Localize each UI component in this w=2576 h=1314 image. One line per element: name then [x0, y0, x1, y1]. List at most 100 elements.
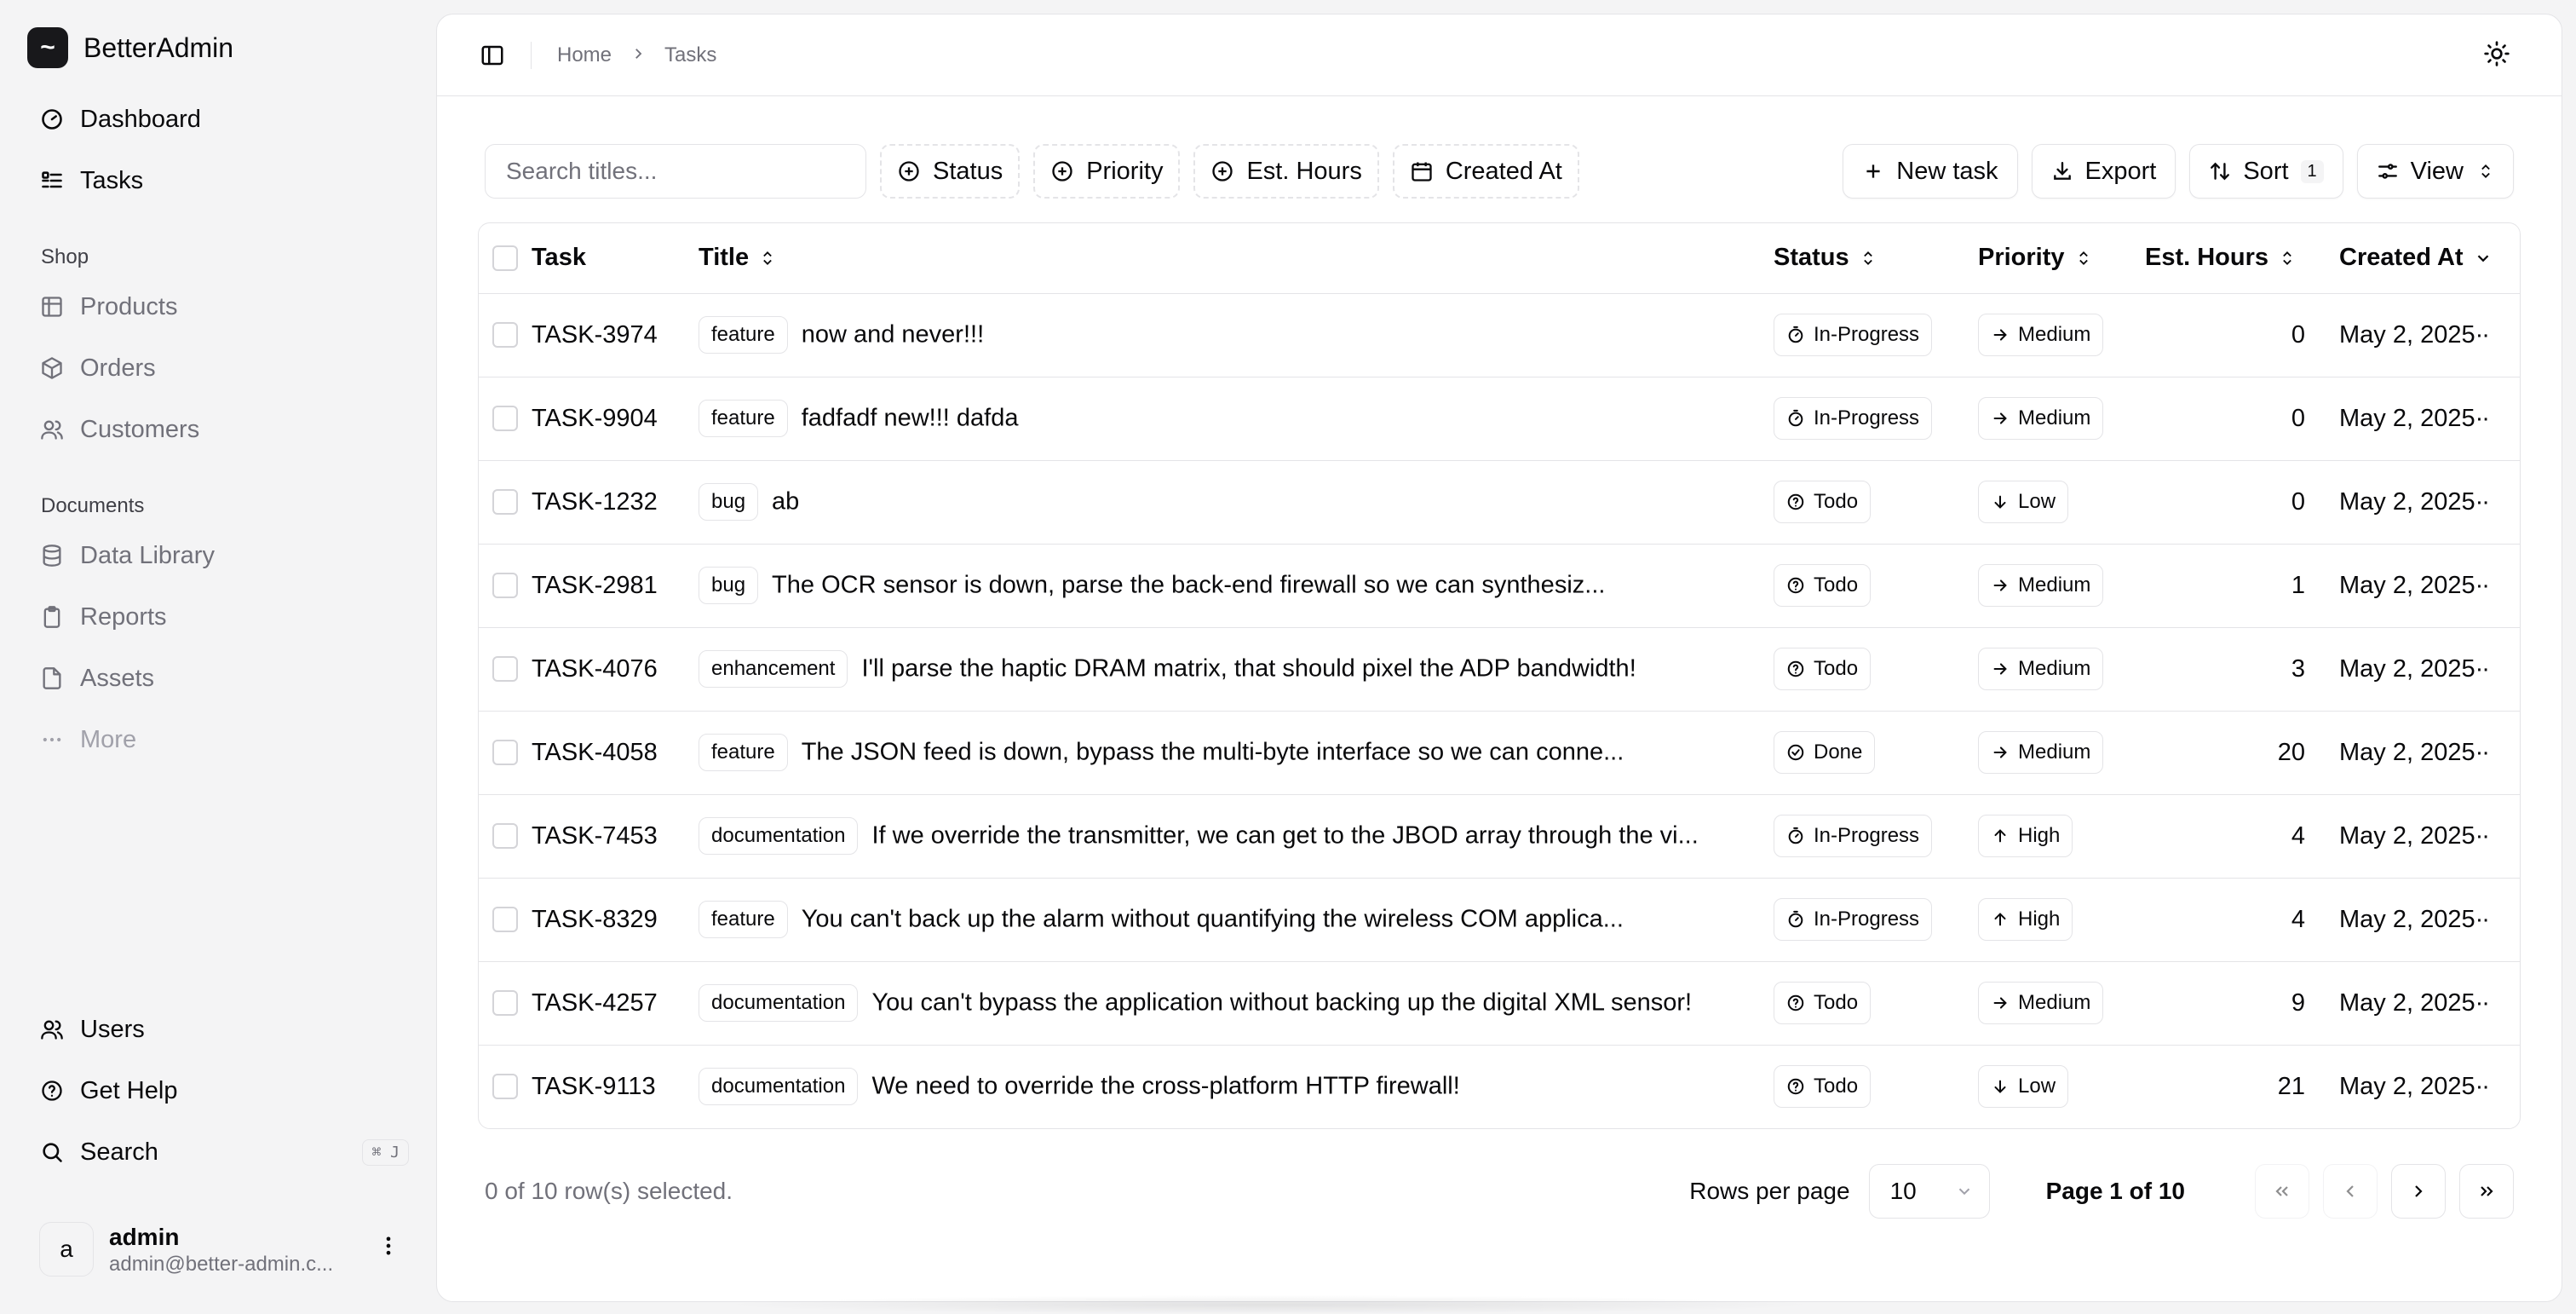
column-header-hours[interactable]: Est. Hours: [2145, 244, 2339, 272]
sidebar-item-get-help[interactable]: Get Help: [26, 1060, 409, 1121]
column-header-created[interactable]: Created At: [2339, 244, 2520, 272]
row-actions-icon[interactable]: ··: [2475, 989, 2490, 1017]
more-vertical-icon[interactable]: [377, 1231, 400, 1268]
priority-badge: High: [1978, 815, 2073, 857]
brand[interactable]: ~ BetterAdmin: [27, 24, 409, 72]
status-badge: Todo: [1774, 1065, 1872, 1109]
help-circle-icon: [39, 1078, 65, 1104]
priority-text: Low: [2018, 490, 2056, 513]
sidebar-item-orders[interactable]: Orders: [26, 337, 409, 399]
sidebar-item-products[interactable]: Products: [26, 276, 409, 337]
column-header-title[interactable]: Title: [699, 244, 1774, 272]
row-actions-icon[interactable]: ··: [2475, 655, 2490, 683]
column-header-priority[interactable]: Priority: [1978, 244, 2145, 272]
row-checkbox[interactable]: [492, 907, 518, 932]
help-circle-icon: [1786, 1077, 1805, 1096]
table-row[interactable]: TASK-8329 feature You can't back up the al…: [479, 878, 2520, 961]
label-badge: feature: [699, 316, 788, 354]
row-checkbox[interactable]: [492, 489, 518, 515]
created-at: May 2, 2025: [2339, 738, 2475, 766]
search-input[interactable]: [485, 144, 866, 199]
filter-created-button[interactable]: Created At: [1392, 144, 1579, 199]
row-checkbox[interactable]: [492, 1074, 518, 1100]
select-all-checkbox[interactable]: [492, 245, 518, 271]
new-task-button[interactable]: New task: [1843, 144, 2018, 199]
toolbar-actions: New task Export Sort 1 View: [1829, 144, 2514, 199]
previous-page-button[interactable]: [2323, 1164, 2378, 1219]
sort-count-badge: 1: [2300, 159, 2324, 183]
task-title: You can't back up the alarm without quan…: [801, 905, 1624, 933]
row-checkbox[interactable]: [492, 322, 518, 348]
sidebar-item-search[interactable]: Search ⌘ J: [26, 1121, 409, 1183]
sidebar-item-tasks[interactable]: Tasks: [26, 150, 409, 211]
table-row[interactable]: TASK-9904 feature fadfadf new!!! dafda In-P…: [479, 377, 2520, 460]
task-title: The JSON feed is down, bypass the multi-…: [801, 738, 1624, 766]
filter-hours-button[interactable]: Est. Hours: [1193, 144, 1379, 199]
filter-priority-button[interactable]: Priority: [1033, 144, 1181, 199]
table-row[interactable]: TASK-4076 enhancement I'll parse the hapti…: [479, 627, 2520, 711]
sidebar-item-dashboard[interactable]: Dashboard: [26, 89, 409, 150]
chevrons-left-icon: [2272, 1181, 2292, 1202]
rows-per-page-select[interactable]: 10: [1868, 1164, 1990, 1219]
table-row[interactable]: TASK-2981 bug The OCR sensor is down, pars…: [479, 544, 2520, 627]
table-row[interactable]: TASK-7453 documentation If we override the…: [479, 794, 2520, 878]
row-checkbox[interactable]: [492, 573, 518, 598]
first-page-button[interactable]: [2255, 1164, 2309, 1219]
row-checkbox[interactable]: [492, 406, 518, 431]
row-actions-icon[interactable]: ··: [2475, 488, 2490, 516]
arrow-right-icon: [1991, 743, 2010, 762]
brand-name: BetterAdmin: [83, 32, 234, 63]
bottom-nav: Users Get Help Search ⌘ J: [26, 999, 409, 1183]
sidebar-item-more[interactable]: More: [26, 709, 409, 770]
priority-text: Medium: [2018, 991, 2091, 1014]
priority-badge: Medium: [1978, 564, 2104, 607]
sidebar-item-assets[interactable]: Assets: [26, 648, 409, 709]
est-hours: 0: [2291, 487, 2305, 516]
row-checkbox[interactable]: [492, 990, 518, 1016]
column-header-label: Created At: [2339, 244, 2464, 272]
table-header-row: Task Title Status Priority Est. Hours Cr…: [479, 223, 2520, 293]
row-actions-icon[interactable]: ··: [2475, 906, 2490, 933]
filter-status-button[interactable]: Status: [880, 144, 1021, 199]
row-actions-icon[interactable]: ··: [2475, 405, 2490, 432]
row-actions-icon[interactable]: ··: [2475, 739, 2490, 766]
list-todo-icon: [39, 168, 65, 193]
row-actions-icon[interactable]: ··: [2475, 572, 2490, 599]
task-id: TASK-4058: [532, 738, 658, 766]
sidebar-item-data-library[interactable]: Data Library: [26, 525, 409, 586]
selection-count: 0 of 10 row(s) selected.: [485, 1178, 733, 1204]
breadcrumb-home[interactable]: Home: [557, 43, 612, 67]
row-actions-icon[interactable]: ··: [2475, 321, 2490, 349]
table-row[interactable]: TASK-3974 feature now and never!!! In-Progr…: [479, 293, 2520, 377]
row-checkbox[interactable]: [492, 656, 518, 682]
next-page-button[interactable]: [2391, 1164, 2446, 1219]
sidebar-toggle-icon[interactable]: [480, 43, 505, 68]
row-actions-icon[interactable]: ··: [2475, 822, 2490, 850]
user-card[interactable]: a admin admin@better-admin.c...: [26, 1213, 409, 1285]
table-row[interactable]: TASK-4058 feature The JSON feed is down, b…: [479, 711, 2520, 794]
table-row[interactable]: TASK-9113 documentation We need to overrid…: [479, 1045, 2520, 1128]
sun-icon[interactable]: [2483, 40, 2510, 72]
sort-button[interactable]: Sort 1: [2189, 144, 2343, 199]
table-row[interactable]: TASK-1232 bug ab Todo Low 0 May 2, 2025··: [479, 460, 2520, 544]
button-label: New task: [1896, 157, 1998, 185]
last-page-button[interactable]: [2459, 1164, 2514, 1219]
row-checkbox[interactable]: [492, 823, 518, 849]
row-checkbox[interactable]: [492, 740, 518, 765]
arrow-right-icon: [1991, 326, 2010, 344]
est-hours: 9: [2291, 988, 2305, 1017]
view-button[interactable]: View: [2356, 144, 2514, 199]
export-button[interactable]: Export: [2031, 144, 2176, 199]
sidebar-item-customers[interactable]: Customers: [26, 399, 409, 460]
sidebar-item-users[interactable]: Users: [26, 999, 409, 1060]
button-label: Export: [2084, 157, 2157, 185]
column-header-status[interactable]: Status: [1774, 244, 1978, 272]
table-row[interactable]: TASK-4257 documentation You can't bypass t…: [479, 961, 2520, 1045]
sidebar-item-label: Data Library: [80, 541, 215, 569]
row-actions-icon[interactable]: ··: [2475, 1073, 2490, 1100]
sidebar-item-reports[interactable]: Reports: [26, 586, 409, 648]
priority-badge: Medium: [1978, 982, 2104, 1024]
button-label: View: [2410, 157, 2464, 185]
status-badge: Todo: [1774, 564, 1872, 607]
priority-badge: Medium: [1978, 731, 2104, 774]
